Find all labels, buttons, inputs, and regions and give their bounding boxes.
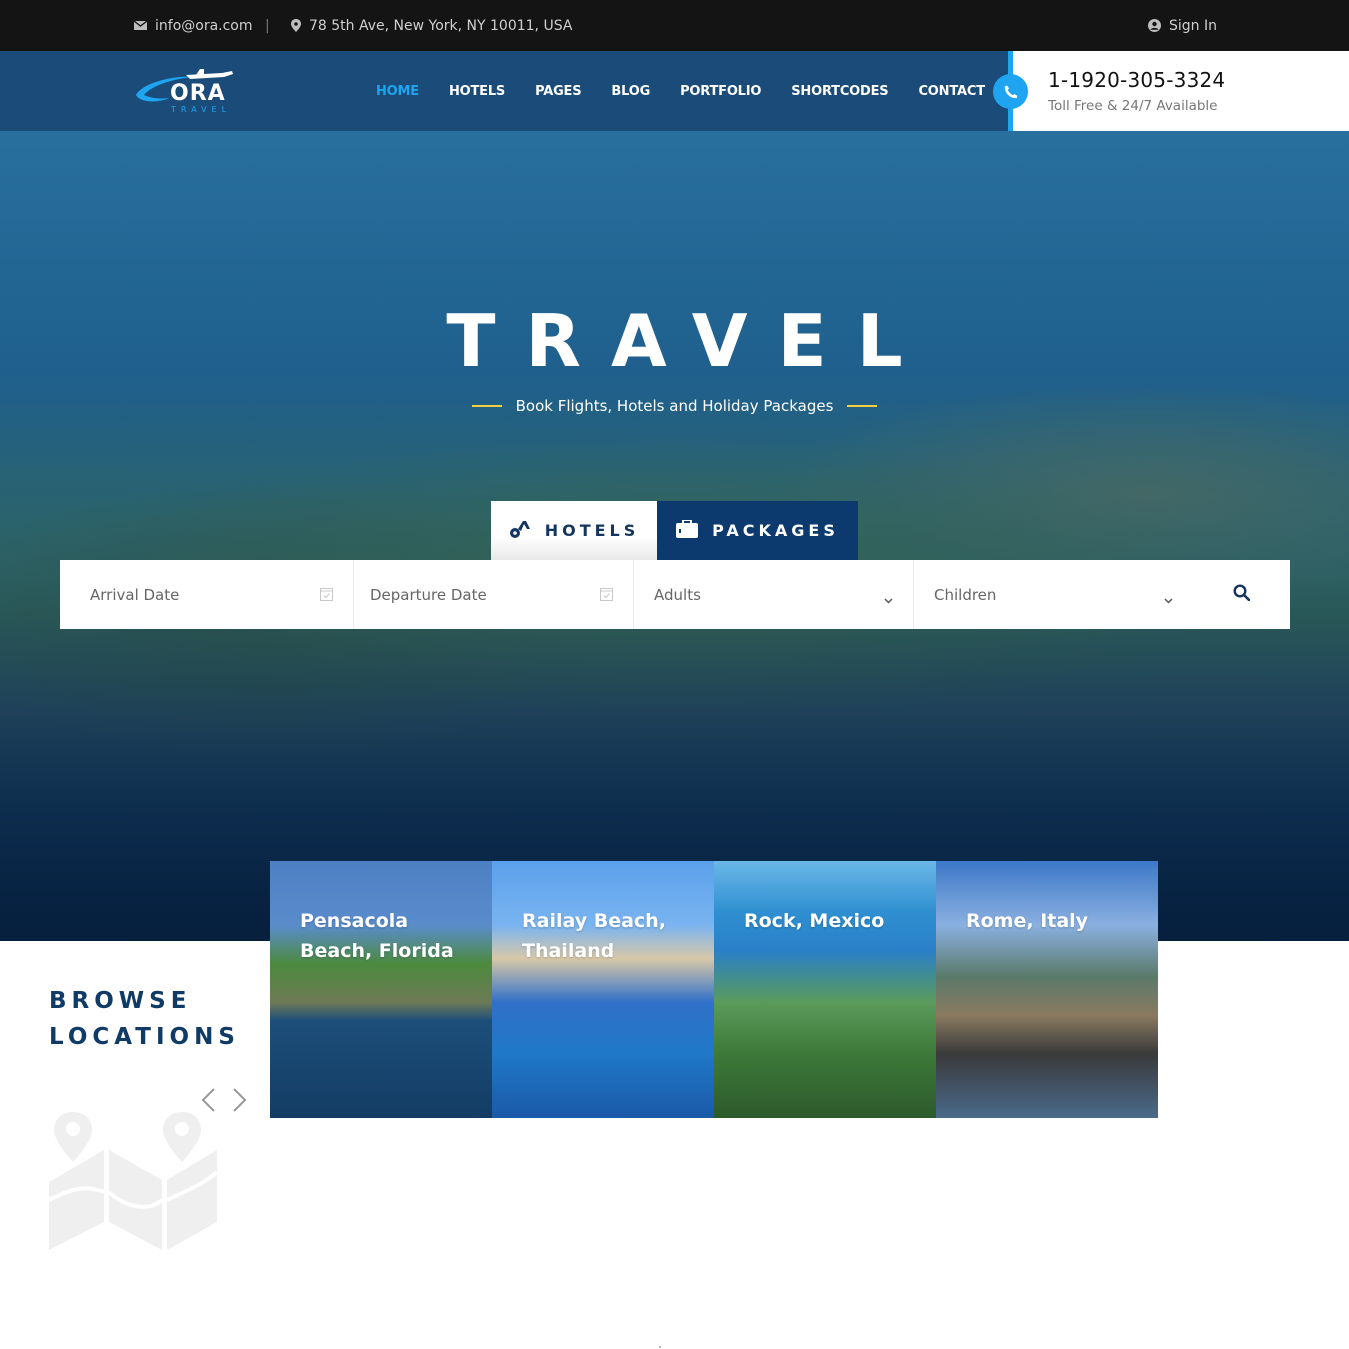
svg-text:TRAVEL: TRAVEL: [170, 105, 231, 114]
location-card[interactable]: Rock, Mexico: [714, 861, 936, 1118]
hotel-key-icon: [509, 519, 531, 543]
address-info: 78 5th Ave, New York, NY 10011, USA: [291, 0, 572, 51]
hero-title: TRAVEL: [446, 299, 933, 383]
main-nav: HOME HOTELS PAGES BLOG PORTFOLIO SHORTCO…: [376, 51, 1015, 131]
map-pins-icon: [48, 1112, 219, 1256]
search-icon: [1232, 584, 1250, 605]
nav-portfolio[interactable]: PORTFOLIO: [680, 84, 761, 99]
map-pin-icon: [291, 19, 301, 32]
chevron-down-icon: [1164, 590, 1173, 608]
tab-packages-label: PACKAGES: [712, 521, 839, 540]
carousel-arrows: [199, 1087, 249, 1113]
tab-hotels[interactable]: HOTELS: [491, 501, 657, 560]
main-header: ORA TRAVEL HOME HOTELS PAGES BLOG PORTFO…: [0, 51, 1349, 131]
calendar-icon: [600, 587, 613, 605]
location-name: Pensacola Beach, Florida: [300, 910, 454, 962]
departure-date-field[interactable]: Departure Date: [353, 560, 633, 629]
tab-packages[interactable]: PACKAGES: [657, 501, 858, 560]
chevron-right-icon[interactable]: [229, 1087, 249, 1113]
location-card[interactable]: Rome, Italy: [936, 861, 1158, 1118]
arrival-date-field[interactable]: Arrival Date: [60, 560, 353, 629]
email-text: info@ora.com: [155, 17, 253, 34]
phone-icon[interactable]: [993, 74, 1028, 109]
nav-blog[interactable]: BLOG: [611, 84, 650, 99]
svg-text:ORA: ORA: [170, 81, 226, 106]
departure-date-placeholder: Departure Date: [370, 585, 487, 604]
adults-value: Adults: [654, 585, 701, 604]
children-value: Children: [934, 585, 997, 604]
hero-subtitle: Book Flights, Hotels and Holiday Package…: [0, 397, 1349, 415]
user-circle-icon: [1148, 19, 1161, 32]
suitcase-icon: [676, 518, 699, 542]
nav-hotels[interactable]: HOTELS: [449, 84, 505, 99]
email-link[interactable]: info@ora.com: [134, 0, 253, 51]
chevron-down-icon: [884, 590, 893, 608]
nav-home[interactable]: HOME: [376, 84, 419, 99]
tab-hotels-label: HOTELS: [544, 521, 640, 540]
arrival-date-placeholder: Arrival Date: [90, 585, 180, 604]
search-button[interactable]: [1193, 560, 1289, 629]
location-card[interactable]: Pensacola Beach, Florida: [270, 861, 492, 1118]
children-select[interactable]: Children: [913, 560, 1193, 629]
calendar-icon: [320, 587, 333, 605]
location-card[interactable]: Railay Beach, Thailand: [492, 861, 714, 1118]
search-form: Arrival Date Departure Date Adults Child…: [60, 560, 1290, 629]
location-name: Rock, Mexico: [744, 910, 885, 932]
subtitle-line-left: [471, 405, 502, 407]
sign-in-link[interactable]: Sign In: [1148, 0, 1217, 51]
topbar-separator: |: [265, 17, 270, 34]
phone-number[interactable]: 1-1920-305-3324: [1048, 68, 1225, 92]
browse-locations-heading: BROWSE LOCATIONS: [49, 983, 240, 1055]
search-tabs: HOTELS PACKAGES: [491, 501, 858, 560]
decorative-dot: [659, 1346, 661, 1348]
browse-title-line2: LOCATIONS: [49, 1024, 240, 1050]
nav-shortcodes[interactable]: SHORTCODES: [791, 84, 888, 99]
chevron-left-icon[interactable]: [199, 1087, 219, 1113]
nav-contact[interactable]: CONTACT: [918, 84, 985, 99]
adults-select[interactable]: Adults: [633, 560, 913, 629]
top-bar: info@ora.com | 78 5th Ave, New York, NY …: [0, 0, 1349, 51]
ora-travel-logo[interactable]: ORA TRAVEL: [134, 67, 238, 115]
phone-availability: Toll Free & 24/7 Available: [1048, 98, 1218, 114]
hero-banner: TRAVEL Book Flights, Hotels and Holiday …: [0, 131, 1349, 941]
hero-subtitle-text: Book Flights, Hotels and Holiday Package…: [515, 397, 834, 415]
sign-in-label: Sign In: [1169, 17, 1217, 34]
address-text: 78 5th Ave, New York, NY 10011, USA: [309, 17, 573, 34]
subtitle-line-right: [847, 405, 878, 407]
location-name: Railay Beach, Thailand: [522, 910, 666, 962]
envelope-icon: [134, 20, 147, 31]
location-cards: Pensacola Beach, Florida Railay Beach, T…: [270, 861, 1158, 1118]
browse-title-line1: BROWSE: [49, 988, 192, 1014]
nav-pages[interactable]: PAGES: [535, 84, 582, 99]
location-name: Rome, Italy: [966, 910, 1089, 932]
